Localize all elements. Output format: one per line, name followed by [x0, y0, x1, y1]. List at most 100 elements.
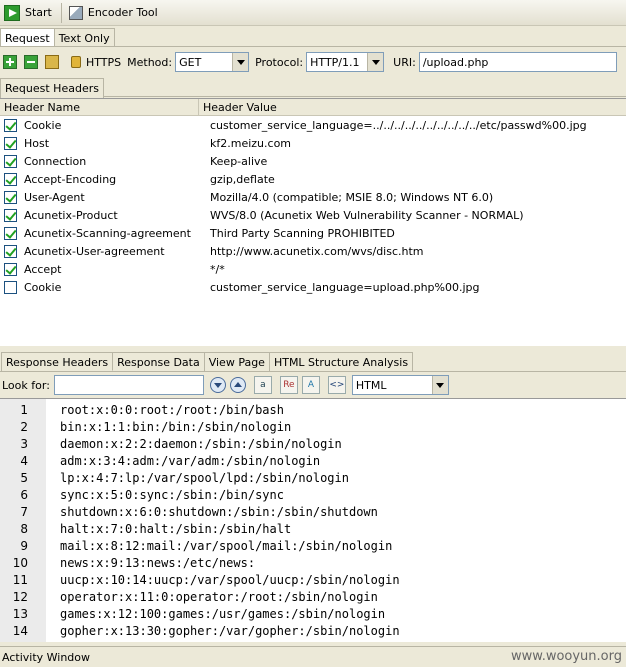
https-label[interactable]: HTTPS [86, 56, 121, 69]
header-enabled-checkbox[interactable] [4, 136, 17, 150]
header-name: Acunetix-Product [24, 208, 118, 222]
chevron-down-icon[interactable] [431, 376, 448, 394]
format-select[interactable]: HTML [351, 375, 449, 395]
code-line: 11 uucp:x:10:14:uucp:/var/spool/uucp:/sbi… [0, 571, 626, 588]
headers-table-header: Header Name Header Value [0, 99, 626, 116]
header-value: kf2.meizu.com [210, 136, 292, 150]
line-text: operator:x:11:0:operator:/root:/sbin/nol… [60, 589, 378, 604]
method-select[interactable]: GET [175, 52, 250, 72]
chevron-down-icon[interactable] [232, 53, 249, 71]
header-name: Cookie [24, 118, 62, 132]
tab-view-page[interactable]: View Page [203, 352, 270, 371]
chevron-down-icon[interactable] [367, 53, 384, 71]
find-previous-icon[interactable] [229, 377, 246, 393]
regex-icon[interactable]: Re [279, 376, 298, 394]
add-header-icon[interactable] [3, 55, 17, 69]
start-button[interactable]: Start [0, 2, 58, 24]
line-number: 9 [20, 538, 28, 553]
header-value: http://www.acunetix.com/wvs/disc.htm [210, 244, 424, 258]
tab-response-data[interactable]: Response Data [112, 352, 205, 371]
line-text: mail:x:8:12:mail:/var/spool/mail:/sbin/n… [60, 538, 393, 553]
header-enabled-checkbox[interactable] [4, 244, 17, 258]
find-next-icon[interactable] [209, 377, 226, 393]
request-headers-tabbar: Request Headers [0, 78, 626, 98]
tab-response-headers[interactable]: Response Headers [1, 352, 114, 371]
header-value: gzip,deflate [210, 172, 275, 186]
table-row[interactable]: Accept-Encoding gzip,deflate [0, 170, 626, 188]
table-row[interactable]: Acunetix-Scanning-agreement Third Party S… [0, 224, 626, 242]
look-for-label: Look for: [2, 378, 50, 392]
line-text: shutdown:x:6:0:shutdown:/sbin:/sbin/shut… [60, 504, 378, 519]
protocol-label: Protocol: [255, 55, 304, 69]
tab-html-structure-analysis[interactable]: HTML Structure Analysis [268, 352, 414, 371]
header-name: Accept [24, 262, 62, 276]
line-text: daemon:x:2:2:daemon:/sbin:/sbin/nologin [60, 436, 342, 451]
table-row[interactable]: User-Agent Mozilla/4.0 (compatible; MSIE … [0, 188, 626, 206]
header-enabled-checkbox[interactable] [4, 190, 17, 204]
table-row[interactable]: Cookie customer_service_language=../../..… [0, 116, 626, 134]
code-line: 5 lp:x:4:7:lp:/var/spool/lpd:/sbin/nologi… [0, 469, 626, 486]
edit-header-icon[interactable] [45, 55, 59, 69]
uri-input[interactable]: /upload.php [418, 52, 617, 72]
line-number: 5 [20, 470, 28, 485]
match-case-icon[interactable]: a [253, 376, 272, 394]
code-line: 6 sync:x:5:0:sync:/sbin:/bin/sync [0, 486, 626, 503]
column-header-value[interactable]: Header Value [199, 99, 626, 115]
code-view-icon[interactable]: <> [327, 376, 346, 394]
header-enabled-checkbox[interactable] [4, 154, 17, 168]
code-line: 3 daemon:x:2:2:daemon:/sbin:/sbin/nologin [0, 435, 626, 452]
header-enabled-checkbox[interactable] [4, 280, 17, 294]
line-text: adm:x:3:4:adm:/var/adm:/sbin/nologin [60, 453, 321, 468]
protocol-select[interactable]: HTTP/1.1 [306, 52, 385, 72]
search-row: Look for: a Re A <> HTML [0, 373, 626, 397]
table-row[interactable]: Cookie customer_service_language=upload.p… [0, 278, 626, 296]
headers-rows: Cookie customer_service_language=../../..… [0, 116, 626, 296]
column-header-name[interactable]: Header Name [0, 99, 199, 115]
code-line: 10 news:x:9:13:news:/etc/news: [0, 554, 626, 571]
line-text: lp:x:4:7:lp:/var/spool/lpd:/sbin/nologin [60, 470, 349, 485]
highlight-icon[interactable]: A [301, 376, 320, 394]
tab-request[interactable]: Request [0, 28, 55, 46]
status-bar: Activity Window www.wooyun.org [0, 646, 626, 667]
format-value: HTML [355, 378, 387, 392]
table-row[interactable]: Connection Keep-alive [0, 152, 626, 170]
table-row[interactable]: Accept */* [0, 260, 626, 278]
code-line: 9 mail:x:8:12:mail:/var/spool/mail:/sbin/… [0, 537, 626, 554]
header-name: Acunetix-User-agreement [24, 244, 165, 258]
header-name: User-Agent [24, 190, 85, 204]
lock-icon[interactable] [71, 56, 81, 68]
encoder-tool-button[interactable]: Encoder Tool [65, 2, 164, 24]
main-toolbar: Start Encoder Tool [0, 0, 626, 26]
header-enabled-checkbox[interactable] [4, 118, 17, 132]
line-text: games:x:12:100:games:/usr/games:/sbin/no… [60, 606, 386, 621]
remove-header-icon[interactable] [24, 55, 38, 69]
method-label: Method: [127, 55, 173, 69]
encoder-label: Encoder Tool [87, 6, 158, 19]
code-line: 2 bin:x:1:1:bin:/bin:/sbin/nologin [0, 418, 626, 435]
header-enabled-checkbox[interactable] [4, 172, 17, 186]
tab-request-headers[interactable]: Request Headers [0, 78, 104, 98]
header-enabled-checkbox[interactable] [4, 208, 17, 222]
search-input[interactable] [53, 375, 204, 395]
header-value: Third Party Scanning PROHIBITED [210, 226, 395, 240]
tab-text-only[interactable]: Text Only [53, 28, 115, 46]
line-number: 1 [20, 402, 28, 417]
method-value: GET [179, 55, 202, 69]
line-text: uucp:x:10:14:uucp:/var/spool/uucp:/sbin/… [60, 572, 400, 587]
protocol-value: HTTP/1.1 [310, 55, 360, 69]
code-line: 1 root:x:0:0:root:/root:/bin/bash [0, 401, 626, 418]
table-row[interactable]: Acunetix-User-agreement http://www.acunet… [0, 242, 626, 260]
header-value: WVS/8.0 (Acunetix Web Vulnerability Scan… [210, 208, 524, 222]
table-row[interactable]: Acunetix-Product WVS/8.0 (Acunetix Web Vu… [0, 206, 626, 224]
response-data-view[interactable]: 1 root:x:0:0:root:/root:/bin/bash 2 bin:x:1… [0, 398, 626, 642]
activity-window-label[interactable]: Activity Window [2, 651, 90, 664]
table-row[interactable]: Host kf2.meizu.com [0, 134, 626, 152]
header-name: Connection [24, 154, 87, 168]
header-value: Mozilla/4.0 (compatible; MSIE 8.0; Windo… [210, 190, 494, 204]
code-line: 14 gopher:x:13:30:gopher:/var/gopher:/sbi… [0, 622, 626, 639]
line-number: 2 [20, 419, 28, 434]
code-line: 12 operator:x:11:0:operator:/root:/sbin/n… [0, 588, 626, 605]
header-value: Keep-alive [210, 154, 268, 168]
header-enabled-checkbox[interactable] [4, 262, 17, 276]
header-enabled-checkbox[interactable] [4, 226, 17, 240]
